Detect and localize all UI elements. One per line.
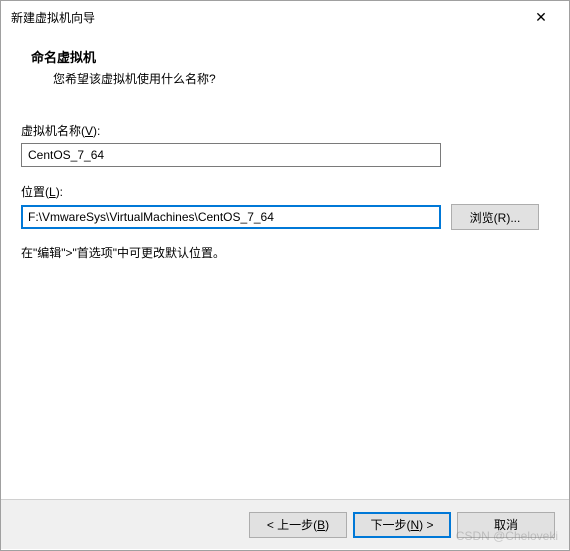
label-text: 虚拟机名称( (21, 124, 85, 138)
vm-name-label: 虚拟机名称(V): (21, 122, 549, 139)
location-row: 浏览(R)... (21, 204, 549, 230)
location-input[interactable] (21, 205, 441, 229)
close-icon: ✕ (535, 9, 547, 26)
mnemonic: N (410, 518, 419, 532)
mnemonic: V (85, 124, 93, 138)
wizard-footer: < 上一步(B) 下一步(N) > 取消 (1, 499, 569, 549)
wizard-header: 命名虚拟机 您希望该虚拟机使用什么名称? (1, 33, 569, 101)
page-title: 命名虚拟机 (31, 47, 549, 66)
cancel-button[interactable]: 取消 (457, 512, 555, 538)
vm-name-input[interactable] (21, 143, 441, 167)
window-title: 新建虚拟机向导 (11, 9, 95, 26)
label-text: ): (56, 185, 63, 199)
label-text: )... (506, 211, 520, 225)
label-text: 位置( (21, 185, 49, 199)
content-area: 虚拟机名称(V): 位置(L): 浏览(R)... 在"编辑">"首选项"中可更… (1, 102, 569, 499)
label-text: ) > (419, 518, 433, 532)
label-text: < 上一步( (267, 518, 317, 532)
back-button[interactable]: < 上一步(B) (249, 512, 347, 538)
titlebar: 新建虚拟机向导 ✕ (1, 1, 569, 33)
page-subtitle: 您希望该虚拟机使用什么名称? (31, 70, 549, 87)
hint-text: 在"编辑">"首选项"中可更改默认位置。 (21, 244, 549, 261)
mnemonic: B (317, 518, 325, 532)
label-text: ) (325, 518, 329, 532)
mnemonic: L (49, 185, 56, 199)
label-text: 浏览( (470, 211, 498, 225)
close-button[interactable]: ✕ (521, 3, 561, 31)
location-label: 位置(L): (21, 183, 549, 200)
label-text: 下一步( (370, 518, 410, 532)
browse-button[interactable]: 浏览(R)... (451, 204, 539, 230)
next-button[interactable]: 下一步(N) > (353, 512, 451, 538)
label-text: ): (93, 124, 100, 138)
